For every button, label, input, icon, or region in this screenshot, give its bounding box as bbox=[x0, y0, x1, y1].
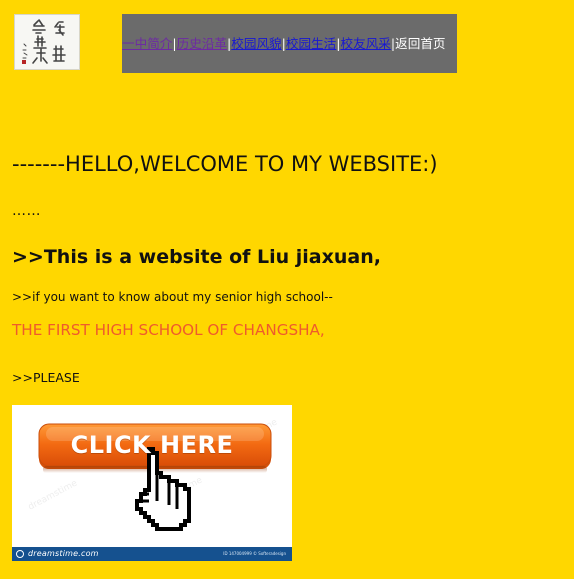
school-logo bbox=[14, 14, 80, 70]
senior-school-prompt: >>if you want to know about my senior hi… bbox=[12, 290, 333, 304]
click-here-label: CLICK HERE bbox=[70, 431, 234, 459]
website-intro-heading: >>This is a website of Liu jiaxuan, bbox=[12, 246, 381, 268]
nav-link-alumni[interactable]: 校友风采 bbox=[341, 36, 391, 51]
dreamstime-logo-icon bbox=[16, 550, 24, 558]
image-id-text: ID 147004999 © Softeradesign bbox=[223, 551, 286, 556]
top-navigation-bar: 一中简介|历史沿革|校园风貌|校园生活|校友风采|返回首页 bbox=[122, 14, 457, 73]
nav-link-return-home[interactable]: 返回首页 bbox=[395, 36, 445, 51]
nav-link-campus-life[interactable]: 校园生活 bbox=[286, 36, 336, 51]
image-watermark-bar: dreamstime.com ID 147004999 © Softerades… bbox=[12, 547, 292, 561]
navigation-links: 一中简介|历史沿革|校园风貌|校园生活|校友风采|返回首页 bbox=[122, 36, 446, 52]
click-here-graphic: dreamstime dreamstime dreamstime bbox=[12, 405, 292, 561]
calligraphy-logo-icon bbox=[22, 19, 66, 64]
click-here-image[interactable]: dreamstime dreamstime dreamstime CLICK H… bbox=[12, 405, 292, 561]
nav-link-history[interactable]: 历史沿革 bbox=[177, 36, 227, 51]
watermark-text: dreamstime.com bbox=[28, 549, 99, 558]
school-name: THE FIRST HIGH SCHOOL OF CHANGSHA, bbox=[12, 321, 325, 339]
nav-link-campus-scenery[interactable]: 校园风貌 bbox=[231, 36, 281, 51]
welcome-heading: -------HELLO,WELCOME TO MY WEBSITE:) bbox=[12, 152, 438, 176]
nav-link-school-intro[interactable]: 一中简介 bbox=[122, 36, 172, 51]
please-text: >>PLEASE bbox=[12, 370, 80, 385]
ellipsis-text: …… bbox=[12, 203, 41, 219]
